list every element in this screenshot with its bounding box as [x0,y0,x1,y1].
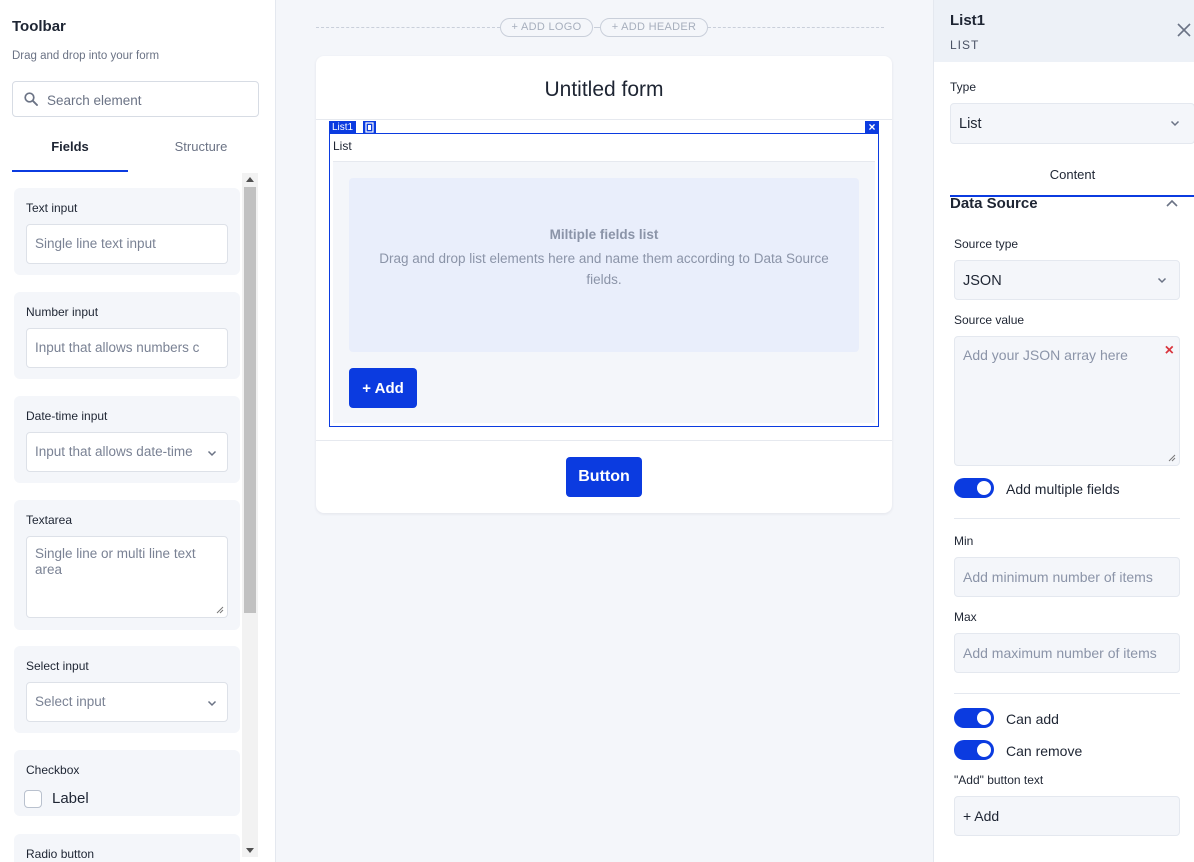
panel-subtitle: LIST [950,38,980,52]
header-dashed-line [708,27,884,28]
field-label: Number input [26,305,99,319]
panel-title: List1 [950,12,986,29]
chevron-up-icon[interactable] [1166,199,1178,207]
max-input[interactable]: Add maximum number of items [954,633,1180,673]
form-card: Untitled form List1 × List Miltiple fiel… [316,56,892,513]
toolbar-subtitle: Drag and drop into your form [12,50,160,62]
source-type-label: Source type [954,237,1019,251]
list-body: Miltiple fields list Drag and drop list … [333,161,875,423]
field-label: Checkbox [26,763,80,777]
divider [316,440,892,441]
divider [954,693,1180,694]
field-card-checkbox[interactable]: Checkbox Label [14,750,240,816]
toolbar-title: Toolbar [12,18,66,35]
divider [954,518,1180,519]
toolbar-panel: Toolbar Drag and drop into your form Fie… [0,0,276,862]
drop-zone-title: Miltiple fields list [549,227,659,242]
header-dashed-line [316,27,500,28]
list-label: List [333,139,352,153]
can-add-toggle[interactable] [954,708,994,728]
tab-structure[interactable]: Structure [143,128,259,172]
resize-grip-icon[interactable] [1168,454,1176,462]
divider [316,119,892,120]
type-select[interactable]: List [950,103,1194,144]
scroll-thumb[interactable] [244,187,256,613]
textarea-placeholder: Single line or multi line text area [35,546,196,577]
max-label: Max [954,610,977,624]
textarea-preview: Single line or multi line text area [26,536,228,618]
add-button-text-input[interactable]: + Add [954,796,1180,836]
number-input-preview: Input that allows numbers c [26,328,228,368]
multiple-fields-toggle[interactable] [954,478,994,498]
list-add-button[interactable]: + Add [349,368,417,408]
can-remove-toggle[interactable] [954,740,994,760]
form-title[interactable]: Untitled form [316,78,892,102]
field-card-radio-button[interactable]: Radio button [14,834,240,862]
field-card-textarea[interactable]: Textarea Single line or multi line text … [14,500,240,630]
field-card-select-input[interactable]: Select input Select input [14,646,240,733]
min-label: Min [954,534,974,548]
field-card-text-input[interactable]: Text input Single line text input [14,188,240,275]
text-input-preview: Single line text input [26,224,228,264]
drop-zone-description: Drag and drop list elements here and nam… [379,251,829,287]
list-element[interactable]: List Miltiple fields list Drag and drop … [329,133,879,427]
source-value-textarea[interactable]: Add your JSON array here × [954,336,1180,466]
scroll-down-arrow[interactable] [246,848,254,853]
type-label: Type [950,80,977,94]
can-add-label: Can add [1006,711,1059,727]
toolbar-tabs: Fields Structure [12,128,259,172]
field-card-number-input[interactable]: Number input Input that allows numbers c [14,292,240,379]
chevron-down-icon [207,450,217,457]
toggle-knob [977,743,991,757]
search-icon [24,92,38,106]
select-placeholder: Select input [35,694,106,709]
source-value-label: Source value [954,313,1025,327]
date-time-input-preview: Input that allows date-time [26,432,228,472]
multiple-fields-label: Add multiple fields [1006,481,1120,497]
source-value-placeholder: Add your JSON array here [963,347,1128,363]
field-label: Date-time input [26,409,108,423]
add-button-text-label: "Add" button text [954,773,1044,787]
tab-content[interactable]: Content [950,164,1194,197]
chevron-down-icon [207,700,217,707]
source-type-value: JSON [963,273,1002,289]
list-drop-zone[interactable]: Miltiple fields list Drag and drop list … [349,178,859,352]
section-title: Data Source [950,195,1038,212]
chevron-down-icon [1157,277,1167,284]
panel-header: List1 LIST [934,0,1194,62]
toggle-knob [977,481,991,495]
date-time-placeholder: Input that allows date-time [35,444,193,459]
chevron-down-icon [1170,120,1180,127]
clear-icon[interactable]: × [1165,342,1174,360]
can-remove-label: Can remove [1006,743,1083,759]
source-type-select[interactable]: JSON [954,260,1180,300]
search-input[interactable] [47,90,247,110]
min-input[interactable]: Add minimum number of items [954,557,1180,597]
add-logo-button[interactable]: + ADD LOGO [500,18,593,37]
add-header-button[interactable]: + ADD HEADER [600,18,708,37]
field-label: Radio button [26,847,95,861]
tab-fields[interactable]: Fields [12,128,128,172]
field-label: Select input [26,659,89,673]
resize-grip-icon [216,606,224,614]
scroll-up-arrow[interactable] [246,177,254,182]
select-input-preview: Select input [26,682,228,722]
form-submit-button[interactable]: Button [566,457,642,497]
type-value: List [959,116,982,132]
tab-content-label: Content [1049,167,1096,182]
properties-panel: List1 LIST Type List Content Data Source… [933,0,1194,862]
search-box[interactable] [12,81,259,117]
toolbar-scrollbar[interactable] [242,173,258,857]
field-label: Text input [26,201,78,215]
checkbox-preview [24,790,42,808]
close-icon[interactable] [1176,22,1192,38]
field-label: Textarea [26,513,73,527]
checkbox-option-label: Label [52,790,89,807]
toggle-knob [977,711,991,725]
field-card-date-time-input[interactable]: Date-time input Input that allows date-t… [14,396,240,483]
